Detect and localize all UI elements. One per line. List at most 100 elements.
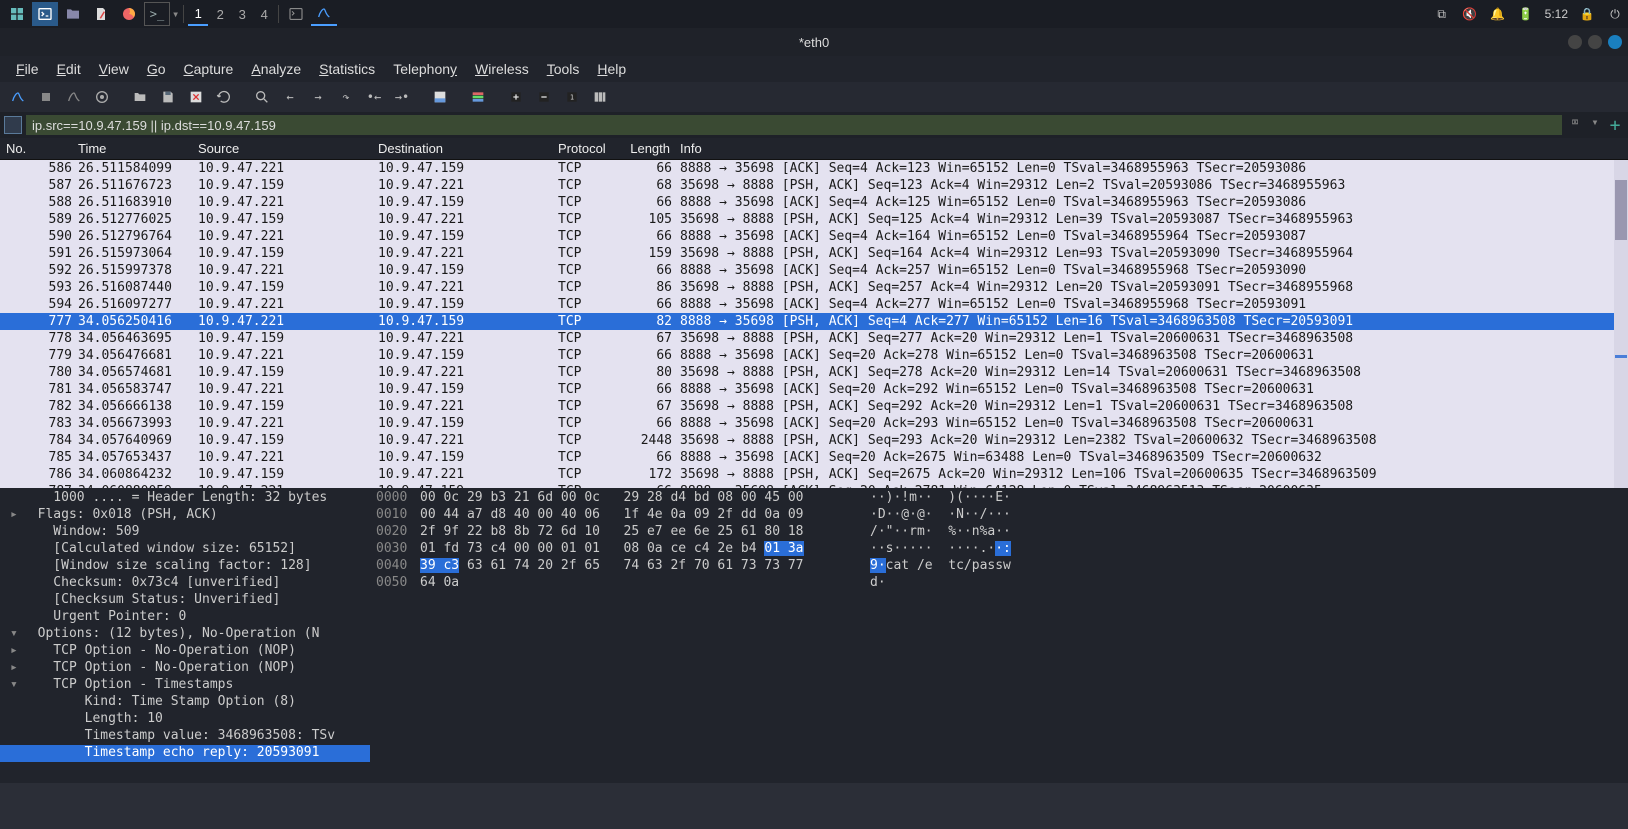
lock-icon[interactable]: 🔒	[1578, 7, 1596, 21]
workspace-1[interactable]: 1	[188, 2, 208, 26]
workspace-3[interactable]: 3	[232, 2, 252, 26]
detail-line[interactable]: Timestamp value: 3468963508: TSv	[0, 728, 370, 745]
restart-capture-icon[interactable]	[62, 85, 86, 109]
battery-icon[interactable]: 🔋	[1517, 7, 1535, 21]
col-header-no[interactable]: No.	[0, 141, 78, 156]
hex-row[interactable]: 001000 44 a7 d8 40 00 40 06 1f 4e 0a 09 …	[370, 507, 1628, 524]
go-last-icon[interactable]: →•	[390, 85, 414, 109]
find-icon[interactable]	[250, 85, 274, 109]
detail-line[interactable]: 1000 .... = Header Length: 32 bytes	[0, 490, 370, 507]
auto-scroll-icon[interactable]	[428, 85, 452, 109]
menu-wireless[interactable]: Wireless	[467, 58, 537, 80]
col-header-source[interactable]: Source	[198, 141, 378, 156]
resize-columns-icon[interactable]	[588, 85, 612, 109]
stop-capture-icon[interactable]	[34, 85, 58, 109]
detail-line[interactable]: ▸ TCP Option - No-Operation (NOP)	[0, 643, 370, 660]
terminal-app-icon[interactable]	[32, 2, 58, 26]
packet-row[interactable]: 78134.05658374710.9.47.22110.9.47.159TCP…	[0, 381, 1628, 398]
filter-apply-icon[interactable]: +	[1606, 115, 1624, 136]
packet-row[interactable]: 58926.51277602510.9.47.15910.9.47.221TCP…	[0, 211, 1628, 228]
packet-details-pane[interactable]: 1000 .... = Header Length: 32 bytes▸ Fla…	[0, 488, 370, 783]
go-back-icon[interactable]: ←	[278, 85, 302, 109]
go-to-packet-icon[interactable]: ↷	[334, 85, 358, 109]
packet-row[interactable]: 58826.51168391010.9.47.22110.9.47.159TCP…	[0, 194, 1628, 211]
menu-statistics[interactable]: Statistics	[311, 58, 383, 80]
packet-row[interactable]: 78434.05764096910.9.47.15910.9.47.221TCP…	[0, 432, 1628, 449]
filter-bookmark-icon[interactable]	[4, 116, 22, 134]
menu-capture[interactable]: Capture	[176, 58, 242, 80]
notifications-icon[interactable]: 🔔	[1489, 7, 1507, 21]
go-forward-icon[interactable]: →	[306, 85, 330, 109]
packet-row[interactable]: 77834.05646369510.9.47.15910.9.47.221TCP…	[0, 330, 1628, 347]
menu-help[interactable]: Help	[589, 58, 634, 80]
col-header-length[interactable]: Length	[624, 141, 676, 156]
app-menu-icon[interactable]	[4, 2, 30, 26]
packet-row[interactable]: 78534.05765343710.9.47.22110.9.47.159TCP…	[0, 449, 1628, 466]
taskbar-terminal-window-icon[interactable]	[283, 2, 309, 26]
menu-tools[interactable]: Tools	[539, 58, 588, 80]
menu-view[interactable]: View	[91, 58, 137, 80]
col-header-time[interactable]: Time	[78, 141, 198, 156]
hex-row[interactable]: 003001 fd 73 c4 00 00 01 01 08 0a ce c4 …	[370, 541, 1628, 558]
go-first-icon[interactable]: •←	[362, 85, 386, 109]
packet-row[interactable]: 78634.06086423210.9.47.15910.9.47.221TCP…	[0, 466, 1628, 483]
detail-line[interactable]: Checksum: 0x73c4 [unverified]	[0, 575, 370, 592]
packet-row[interactable]: 59426.51609727710.9.47.22110.9.47.159TCP…	[0, 296, 1628, 313]
detail-line[interactable]: ▸ Flags: 0x018 (PSH, ACK)	[0, 507, 370, 524]
detail-line[interactable]: ▾ Options: (12 bytes), No-Operation (N	[0, 626, 370, 643]
firefox-app-icon[interactable]	[116, 2, 142, 26]
packet-list[interactable]: 58626.51158409910.9.47.22110.9.47.159TCP…	[0, 160, 1628, 488]
hex-row[interactable]: 00202f 9f 22 b8 8b 72 6d 10 25 e7 ee 6e …	[370, 524, 1628, 541]
editor-app-icon[interactable]	[88, 2, 114, 26]
packet-list-scrollbar[interactable]	[1614, 160, 1628, 488]
files-app-icon[interactable]	[60, 2, 86, 26]
packet-row[interactable]: 78234.05666613810.9.47.15910.9.47.221TCP…	[0, 398, 1628, 415]
detail-line[interactable]: Urgent Pointer: 0	[0, 609, 370, 626]
menu-analyze[interactable]: Analyze	[243, 58, 309, 80]
packet-row[interactable]: 58626.51158409910.9.47.22110.9.47.159TCP…	[0, 160, 1628, 177]
packet-row[interactable]: 78334.05667399310.9.47.22110.9.47.159TCP…	[0, 415, 1628, 432]
hex-row[interactable]: 000000 0c 29 b3 21 6d 00 0c 29 28 d4 bd …	[370, 490, 1628, 507]
hex-row[interactable]: 004039 c3 63 61 74 20 2f 65 74 63 2f 70 …	[370, 558, 1628, 575]
detail-line[interactable]: [Checksum Status: Unverified]	[0, 592, 370, 609]
volume-muted-icon[interactable]: 🔇	[1461, 7, 1479, 21]
detail-line[interactable]: Timestamp echo reply: 20593091	[0, 745, 370, 762]
col-header-protocol[interactable]: Protocol	[558, 141, 624, 156]
save-file-icon[interactable]	[156, 85, 180, 109]
packet-bytes-pane[interactable]: 000000 0c 29 b3 21 6d 00 0c 29 28 d4 bd …	[370, 488, 1628, 783]
packet-row[interactable]: 59126.51597306410.9.47.15910.9.47.221TCP…	[0, 245, 1628, 262]
packet-row[interactable]: 77734.05625041610.9.47.22110.9.47.159TCP…	[0, 313, 1628, 330]
hex-row[interactable]: 005064 0ad·	[370, 575, 1628, 592]
detail-line[interactable]: [Window size scaling factor: 128]	[0, 558, 370, 575]
zoom-out-icon[interactable]	[532, 85, 556, 109]
start-capture-icon[interactable]	[6, 85, 30, 109]
workspace-2[interactable]: 2	[210, 2, 230, 26]
screenshot-icon[interactable]: ⧉	[1433, 7, 1451, 22]
window-minimize-button[interactable]	[1568, 35, 1582, 49]
close-file-icon[interactable]	[184, 85, 208, 109]
packet-row[interactable]: 78034.05657468110.9.47.15910.9.47.221TCP…	[0, 364, 1628, 381]
filter-clear-icon[interactable]: ⌧	[1566, 115, 1584, 136]
detail-line[interactable]: ▸ TCP Option - No-Operation (NOP)	[0, 660, 370, 677]
menu-edit[interactable]: Edit	[49, 58, 89, 80]
col-header-info[interactable]: Info	[676, 141, 1628, 156]
menu-go[interactable]: Go	[139, 58, 174, 80]
menu-telephony[interactable]: Telephony	[385, 58, 465, 80]
packet-row[interactable]: 77934.05647668110.9.47.22110.9.47.159TCP…	[0, 347, 1628, 364]
window-maximize-button[interactable]	[1588, 35, 1602, 49]
filter-dropdown-icon[interactable]: ▾	[1586, 115, 1604, 136]
reload-icon[interactable]	[212, 85, 236, 109]
window-close-button[interactable]	[1608, 35, 1622, 49]
col-header-destination[interactable]: Destination	[378, 141, 558, 156]
menu-file[interactable]: File	[8, 58, 47, 80]
zoom-reset-icon[interactable]: 1	[560, 85, 584, 109]
clock[interactable]: 5:12	[1545, 7, 1568, 21]
packet-row[interactable]: 59026.51279676410.9.47.22110.9.47.159TCP…	[0, 228, 1628, 245]
detail-line[interactable]: Window: 509	[0, 524, 370, 541]
packet-row[interactable]: 58726.51167672310.9.47.15910.9.47.221TCP…	[0, 177, 1628, 194]
display-filter-input[interactable]	[26, 115, 1562, 135]
workspace-4[interactable]: 4	[254, 2, 274, 26]
detail-line[interactable]: Kind: Time Stamp Option (8)	[0, 694, 370, 711]
detail-line[interactable]: ▾ TCP Option - Timestamps	[0, 677, 370, 694]
capture-options-icon[interactable]	[90, 85, 114, 109]
